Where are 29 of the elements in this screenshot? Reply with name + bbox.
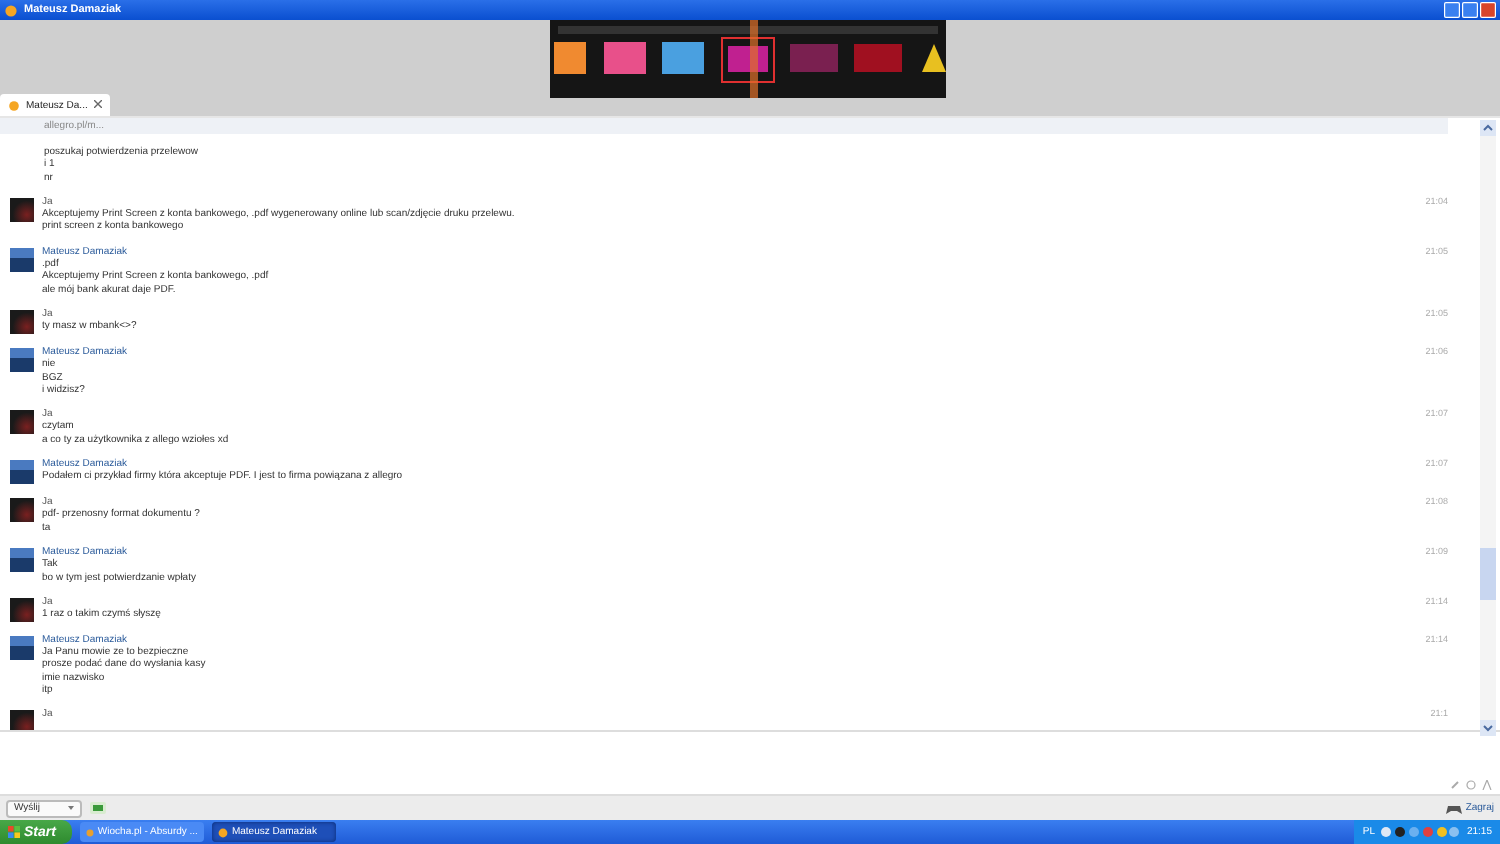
tray-drawing[interactable] [1380,826,1461,838]
maximize-button[interactable] [1462,2,1478,18]
app-icon [5,4,17,16]
avatar [10,197,34,222]
close-tab-button[interactable] [93,99,102,111]
gamepad-icon [1445,803,1462,813]
scrollbar[interactable] [1480,120,1496,736]
avatar [10,635,34,660]
close-button[interactable] [1480,2,1496,18]
caret-icon [68,806,74,810]
avatar [10,410,34,435]
minimize-button[interactable] [1444,2,1460,18]
avatar [10,247,34,272]
app-icon [217,827,228,837]
windows-logo [8,826,20,838]
camera-icon[interactable] [90,802,106,814]
smiley-icon[interactable] [1466,780,1476,790]
avatar [10,347,34,372]
app-icon [85,827,94,837]
avatar [10,498,34,523]
app-icon [9,100,19,110]
font-icon[interactable] [1482,780,1492,790]
avatar [10,309,34,334]
avatar [10,460,34,485]
banner-drawing[interactable] [550,20,946,98]
avatar [10,710,34,730]
avatar [10,597,34,622]
avatar [10,547,34,572]
pen-icon[interactable] [1450,780,1460,790]
